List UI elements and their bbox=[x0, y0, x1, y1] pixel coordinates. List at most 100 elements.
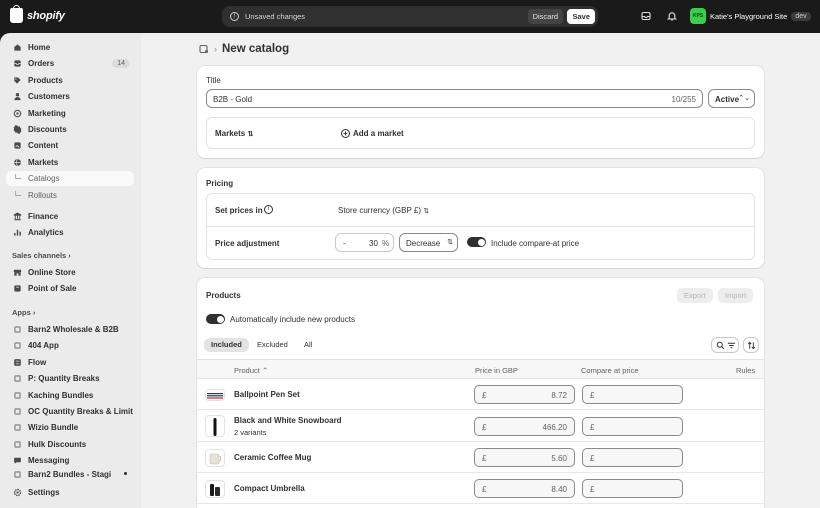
products-table-header: Product ⌃ Price in GBP Compare at price … bbox=[197, 359, 764, 379]
table-row[interactable]: Black and White Snowboard 2 variants £466.… bbox=[197, 410, 764, 442]
plus-circle-icon: + bbox=[341, 129, 350, 138]
sidebar-item-404-app[interactable]: 404 App bbox=[6, 338, 134, 353]
add-market-button[interactable]: + Add a market bbox=[341, 129, 404, 138]
title-label: Title bbox=[206, 76, 221, 85]
sidebar-item-products[interactable]: Products bbox=[6, 73, 134, 88]
pricing-card: Pricing Set prices in i Store currency (… bbox=[197, 168, 764, 268]
export-button[interactable]: Export bbox=[677, 288, 713, 303]
tab-all[interactable]: All bbox=[297, 338, 319, 352]
sidebar-item-catalogs[interactable]: Catalogs bbox=[6, 171, 134, 187]
chevron-right-icon: › bbox=[214, 44, 217, 54]
notification-dot bbox=[124, 471, 127, 475]
sales-channels-heading[interactable]: Sales channels › bbox=[12, 251, 71, 260]
sidebar-item-barn2-wholesale-b2b[interactable]: Barn2 Wholesale & B2B bbox=[6, 322, 134, 337]
compare-at-input[interactable]: £ bbox=[582, 448, 683, 467]
sidebar-item-label: P: Quantity Breaks bbox=[28, 374, 100, 384]
currency-selector[interactable]: Store currency (GBP £) ⇅ bbox=[338, 206, 429, 215]
store-icon bbox=[13, 268, 22, 277]
sales-channels-label: Sales channels bbox=[12, 251, 67, 260]
select-arrows-icon: ⇅ bbox=[423, 208, 430, 215]
compare-at-input[interactable]: £ bbox=[582, 479, 683, 498]
discount-icon bbox=[13, 125, 22, 134]
save-button[interactable]: Save bbox=[567, 9, 595, 24]
product-name[interactable]: Compact Umbrella bbox=[234, 484, 305, 493]
catalog-icon[interactable] bbox=[199, 44, 209, 54]
status-select[interactable]: Active ⌃⌄ bbox=[708, 89, 755, 108]
title-input[interactable]: B2B - Gold 10/255 bbox=[206, 89, 703, 108]
flow-icon bbox=[13, 358, 22, 367]
compare-at-input[interactable]: £ bbox=[582, 385, 683, 404]
sort-button[interactable] bbox=[743, 337, 759, 353]
sidebar-item-content[interactable]: Content bbox=[6, 138, 134, 153]
markets-row: Markets ⇅ + Add a market bbox=[206, 117, 755, 149]
app-icon bbox=[13, 341, 22, 350]
price-value: 8.40 bbox=[551, 485, 567, 494]
adjustment-mode-select[interactable]: Decrease ⇅ bbox=[399, 233, 458, 252]
markets-label: Markets bbox=[215, 129, 246, 138]
table-row[interactable]: Ceramic Coffee Mug £5.60 £ bbox=[197, 442, 764, 473]
product-name[interactable]: Ceramic Coffee Mug bbox=[234, 453, 311, 462]
sidebar-item-flow[interactable]: Flow bbox=[6, 355, 134, 370]
discard-button[interactable]: Discard bbox=[527, 9, 563, 24]
product-name[interactable]: Ballpoint Pen Set bbox=[234, 390, 300, 399]
sidebar-item-discounts[interactable]: Discounts bbox=[6, 122, 134, 137]
sidebar-item-p-quantity-breaks[interactable]: P: Quantity Breaks bbox=[6, 371, 134, 386]
shopify-logo[interactable]: shopify bbox=[10, 5, 65, 23]
products-heading: Products bbox=[206, 291, 241, 300]
sidebar-item-analytics[interactable]: Analytics bbox=[6, 225, 134, 240]
price-input[interactable]: £8.72 bbox=[474, 385, 575, 404]
import-button[interactable]: Import bbox=[718, 288, 754, 303]
auto-include-label: Automatically include new products bbox=[230, 315, 355, 324]
table-row[interactable]: Compact Umbrella £8.40 £ bbox=[197, 473, 764, 504]
store-switcher[interactable]: KPS Katie's Playground Site dev bbox=[690, 8, 811, 24]
apps-heading[interactable]: Apps › bbox=[12, 308, 35, 317]
sidebar-item-orders[interactable]: Orders 14 bbox=[6, 56, 134, 71]
sidebar-item-point-of-sale[interactable]: Point of Sale bbox=[6, 281, 134, 296]
sidebar-item-rollouts[interactable]: Rollouts bbox=[6, 188, 134, 203]
search-filter-button[interactable] bbox=[711, 337, 739, 353]
bell-icon[interactable] bbox=[667, 11, 677, 21]
shopify-bag-icon bbox=[10, 5, 23, 23]
tab-excluded[interactable]: Excluded bbox=[250, 338, 295, 352]
sidebar-item-customers[interactable]: Customers bbox=[6, 89, 134, 104]
adjustment-input[interactable]: - 30 % bbox=[335, 233, 394, 252]
compare-at-input[interactable]: £ bbox=[582, 416, 683, 436]
column-price: Price in GBP bbox=[475, 366, 518, 375]
product-thumbnail bbox=[205, 479, 225, 498]
sidebar-item-home[interactable]: Home bbox=[6, 40, 134, 55]
product-thumbnail bbox=[205, 388, 225, 401]
sidebar-item-label: Home bbox=[28, 43, 51, 52]
sidebar-item-barn2-bundles-stagi[interactable]: Barn2 Bundles - Stagi bbox=[6, 470, 134, 479]
table-row[interactable]: Ballpoint Pen Set £8.72 £ bbox=[197, 379, 764, 410]
info-icon[interactable]: i bbox=[264, 205, 273, 214]
sidebar-item-wizio-bundle[interactable]: Wizio Bundle bbox=[6, 420, 134, 435]
sidebar-item-kaching-bundles[interactable]: Kaching Bundles bbox=[6, 388, 134, 403]
currency-symbol: £ bbox=[590, 454, 595, 463]
currency-symbol: £ bbox=[590, 391, 595, 400]
price-input[interactable]: £466.20 bbox=[474, 416, 575, 436]
sidebar-item-markets[interactable]: Markets bbox=[6, 155, 134, 170]
message-icon bbox=[13, 456, 22, 465]
sidebar-item-label: Messaging bbox=[28, 456, 70, 466]
sidebar-item-label: Point of Sale bbox=[28, 284, 77, 294]
column-product[interactable]: Product ⌃ bbox=[234, 366, 268, 375]
sidebar-item-finance[interactable]: Finance bbox=[6, 209, 134, 224]
adjustment-unit: % bbox=[382, 239, 390, 248]
auto-include-toggle[interactable] bbox=[206, 314, 225, 324]
currency-symbol: £ bbox=[590, 485, 595, 494]
inbox-icon[interactable] bbox=[641, 11, 651, 21]
sidebar-item-settings[interactable]: Settings bbox=[6, 485, 134, 500]
markets-selector[interactable]: Markets ⇅ bbox=[215, 129, 253, 138]
sidebar-item-hulk-discounts[interactable]: Hulk Discounts bbox=[6, 437, 134, 452]
unsaved-changes-bar: ! Unsaved changes Discard Save bbox=[222, 6, 598, 27]
compare-at-toggle[interactable] bbox=[467, 237, 486, 247]
price-input[interactable]: £5.60 bbox=[474, 448, 575, 467]
sidebar-item-messaging[interactable]: Messaging bbox=[6, 453, 134, 468]
sidebar-item-marketing[interactable]: Marketing bbox=[6, 106, 134, 121]
product-name[interactable]: Black and White Snowboard bbox=[234, 416, 342, 425]
sidebar-item-oc-quantity-breaks-limit[interactable]: OC Quantity Breaks & Limit bbox=[6, 404, 134, 419]
app-icon bbox=[13, 440, 22, 449]
tab-included[interactable]: Included bbox=[204, 338, 249, 352]
sidebar-item-online-store[interactable]: Online Store bbox=[6, 265, 134, 280]
price-input[interactable]: £8.40 bbox=[474, 479, 575, 498]
